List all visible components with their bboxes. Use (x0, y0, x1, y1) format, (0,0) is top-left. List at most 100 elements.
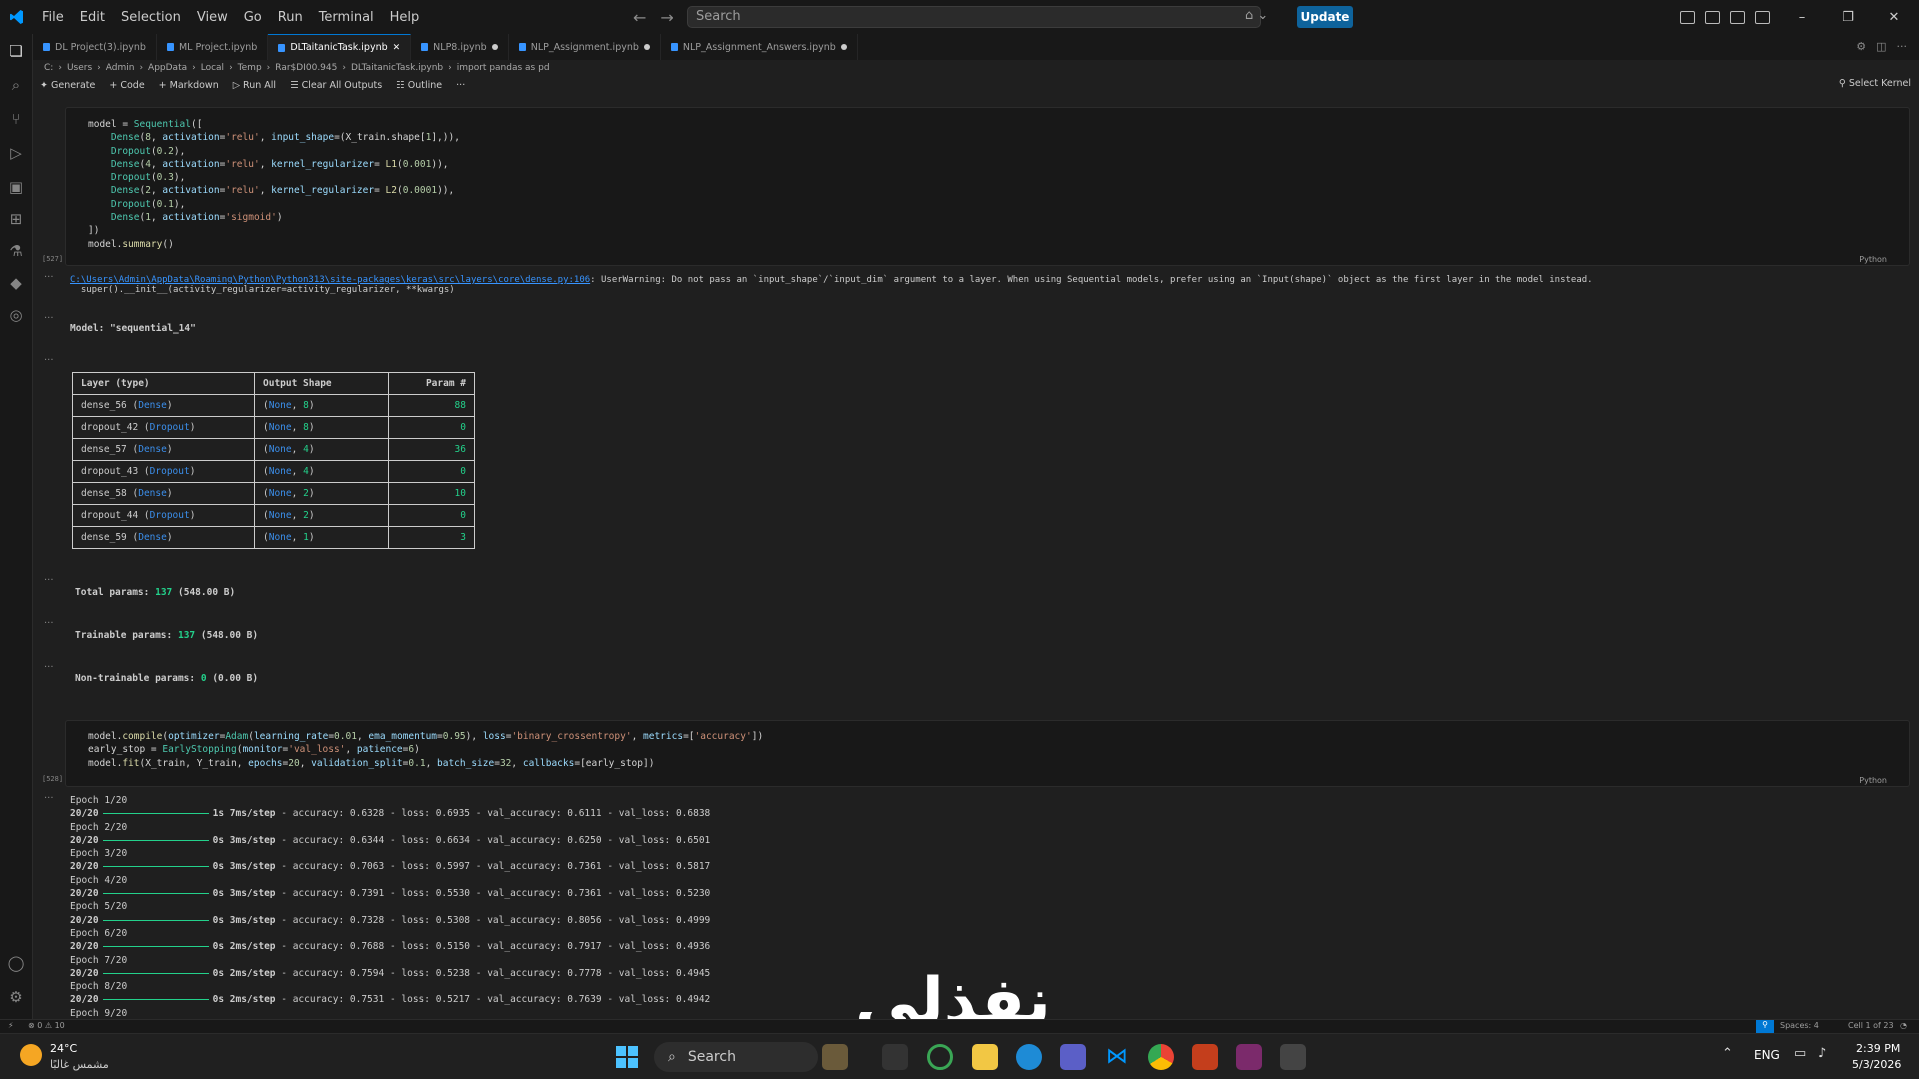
menu-edit[interactable]: Edit (72, 10, 113, 25)
weather-desc[interactable]: مشمس غالبًا (50, 1058, 109, 1071)
output-menu-icon[interactable]: ··· (44, 313, 54, 324)
file-explorer-icon[interactable] (972, 1044, 998, 1070)
start-windows-icon[interactable] (616, 1046, 638, 1068)
cell-language-label[interactable]: Python (1859, 255, 1887, 264)
breadcrumb-item[interactable]: Local (201, 63, 224, 73)
tab-1[interactable]: ML Project.ipynb (156, 34, 269, 60)
tab-4[interactable]: NLP_Assignment.ipynb (508, 34, 661, 60)
manage-gear-icon[interactable]: ⚙ (7, 988, 25, 1006)
select-kernel-button[interactable]: ⚲ Select Kernel (1839, 78, 1911, 89)
weather-sun-icon[interactable] (20, 1044, 42, 1066)
output-menu-icon[interactable]: ··· (44, 272, 54, 283)
split-editor-icon[interactable]: ◫ (1876, 40, 1886, 53)
layout-custom-icon[interactable] (1680, 10, 1695, 24)
breadcrumb-item[interactable]: import pandas as pd (457, 63, 550, 73)
code-cell-model[interactable]: model = Sequential([ Dense(8, activation… (65, 107, 1910, 266)
cell-indicator[interactable]: Cell 1 of 23 (1848, 1021, 1894, 1030)
code-editor[interactable]: model.compile(optimizer=Adam(learning_ra… (88, 730, 763, 770)
weather-temp[interactable]: 24°C (50, 1042, 77, 1055)
extensions-icon[interactable]: ⊞ (7, 210, 25, 228)
run-all-button[interactable]: ▷ Run All (226, 80, 283, 91)
output-menu-icon[interactable]: ··· (44, 793, 54, 804)
task-view-icon[interactable] (882, 1044, 908, 1070)
menu-file[interactable]: File (34, 10, 72, 25)
code-cell-compile[interactable]: model.compile(optimizer=Adam(learning_ra… (65, 720, 1910, 787)
breadcrumb-item[interactable]: DLTaitanicTask.ipynb (351, 63, 443, 73)
command-search-input[interactable]: Search (687, 6, 1261, 28)
output-menu-icon[interactable]: ··· (44, 575, 54, 586)
volume-icon[interactable]: ♪ (1818, 1046, 1826, 1061)
refresh-app-icon[interactable] (927, 1044, 953, 1070)
restore-icon[interactable]: ❐ (1836, 0, 1860, 34)
tray-chevron-icon[interactable]: ⌃ (1722, 1046, 1733, 1061)
breadcrumb-item[interactable]: Temp (238, 63, 262, 73)
clock-time[interactable]: 2:39 PM (1856, 1042, 1900, 1055)
outline-button[interactable]: ☷ Outline (389, 80, 449, 91)
add-code-button[interactable]: + Code (102, 80, 151, 91)
unsaved-dot-icon[interactable] (840, 44, 847, 50)
powerpoint-icon[interactable] (1192, 1044, 1218, 1070)
tab-3[interactable]: NLP8.ipynb (411, 34, 509, 60)
spaces-indicator[interactable]: Spaces: 4 (1780, 1021, 1819, 1030)
toggle-secondary-sidebar-icon[interactable] (1755, 10, 1770, 24)
cell-language-label[interactable]: Python (1859, 776, 1887, 785)
clear-outputs-button[interactable]: ☰ Clear All Outputs (283, 80, 389, 91)
clock-date[interactable]: 5/3/2026 (1852, 1058, 1901, 1071)
winrar-icon[interactable] (1236, 1044, 1262, 1070)
zoom-icon[interactable]: ⚲ (1756, 1020, 1774, 1033)
python-icon[interactable]: ◆ (7, 274, 25, 292)
remote-explorer-icon[interactable]: ▣ (7, 178, 25, 196)
notebook-settings-icon[interactable]: ⚙ (1856, 40, 1866, 53)
account-icon[interactable]: ◯ (7, 954, 25, 972)
minimize-icon[interactable]: – (1790, 0, 1814, 34)
menu-help[interactable]: Help (382, 10, 428, 25)
menu-go[interactable]: Go (236, 10, 270, 25)
output-menu-icon[interactable]: ··· (44, 662, 54, 673)
unsaved-dot-icon[interactable] (643, 44, 650, 50)
remote-icon[interactable]: ⚡ (8, 1021, 14, 1030)
copilot-icon[interactable]: ⌂ ⌄ (1245, 8, 1268, 23)
source-control-icon[interactable]: ⑂ (7, 110, 25, 128)
testing-icon[interactable]: ⚗ (7, 242, 25, 260)
code-editor[interactable]: model = Sequential([ Dense(8, activation… (88, 118, 460, 251)
update-button[interactable]: Update (1297, 6, 1353, 28)
close-tab-icon[interactable]: ✕ (393, 43, 401, 53)
tab-2[interactable]: DLTaitanicTask.ipynb ✕ (268, 34, 412, 60)
breadcrumb-item[interactable]: C: (44, 63, 53, 73)
warning-file-link[interactable]: C:\Users\Admin\AppData\Roaming\Python\Py… (70, 275, 590, 285)
menu-run[interactable]: Run (270, 10, 311, 25)
vscode-taskbar-icon[interactable]: ⋈ (1104, 1044, 1130, 1070)
output-menu-icon[interactable]: ··· (44, 355, 54, 366)
toggle-sidebar-icon[interactable] (1705, 10, 1720, 24)
output-menu-icon[interactable]: ··· (44, 618, 54, 629)
add-markdown-button[interactable]: + Markdown (152, 80, 226, 91)
tab-5[interactable]: NLP_Assignment_Answers.ipynb (660, 34, 858, 60)
tab-0[interactable]: DL Project(3).ipynb (33, 34, 157, 60)
chrome-icon[interactable] (1148, 1044, 1174, 1070)
notifications-bell-icon[interactable]: ◔ (1900, 1021, 1907, 1030)
menu-terminal[interactable]: Terminal (311, 10, 382, 25)
network-icon[interactable]: ▭ (1794, 1046, 1806, 1061)
search-icon[interactable]: ⌕ (7, 76, 25, 94)
menu-view[interactable]: View (189, 10, 236, 25)
language-indicator[interactable]: ENG (1754, 1048, 1780, 1062)
run-debug-icon[interactable]: ▷ (7, 144, 25, 162)
taskbar-search[interactable]: ⌕ Search (654, 1042, 818, 1072)
more-toolbar-button[interactable]: ··· (449, 80, 472, 91)
unsaved-dot-icon[interactable] (491, 44, 498, 50)
problems-indicator[interactable]: ⊗ 0 ⚠ 10 (28, 1021, 65, 1030)
breadcrumb-item[interactable]: Admin (106, 63, 135, 73)
close-window-icon[interactable]: ✕ (1882, 0, 1906, 34)
breadcrumb-item[interactable]: Rar$DI00.945 (275, 63, 337, 73)
jupyter-icon[interactable]: ◎ (7, 306, 25, 324)
explorer-icon[interactable]: ❏ (7, 42, 25, 60)
widgets-icon[interactable] (822, 1044, 848, 1070)
more-actions-icon[interactable]: ··· (1897, 40, 1908, 53)
menu-selection[interactable]: Selection (113, 10, 189, 25)
breadcrumb-item[interactable]: AppData (148, 63, 187, 73)
snipping-tool-icon[interactable] (1280, 1044, 1306, 1070)
back-arrow-icon[interactable]: ← (633, 8, 646, 27)
teams-icon[interactable] (1060, 1044, 1086, 1070)
generate-button[interactable]: ✦ Generate (33, 80, 102, 91)
edge-icon[interactable] (1016, 1044, 1042, 1070)
